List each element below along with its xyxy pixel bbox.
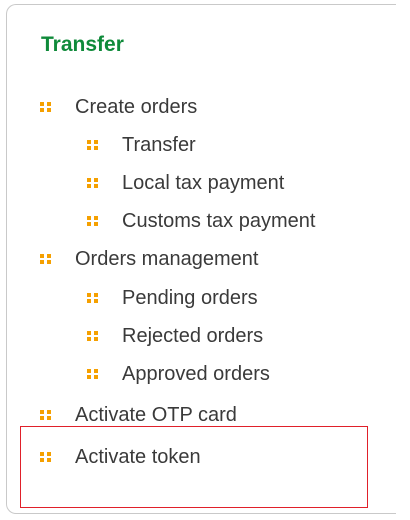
bullet-icon xyxy=(87,140,98,150)
bullet-icon xyxy=(40,102,51,112)
menu-item-label: Transfer xyxy=(122,134,196,156)
menu-item-local-tax-payment[interactable]: Local tax payment xyxy=(87,167,284,199)
bullet-icon xyxy=(87,369,98,379)
bullet-icon xyxy=(87,293,98,303)
menu-item-create-orders[interactable]: Create orders xyxy=(40,91,197,123)
menu-item-customs-tax-payment[interactable]: Customs tax payment xyxy=(87,205,315,237)
menu-item-transfer[interactable]: Transfer xyxy=(87,129,196,161)
menu-item-label: Customs tax payment xyxy=(122,210,316,232)
highlight-box xyxy=(20,426,368,508)
bullet-icon xyxy=(87,178,98,188)
bullet-icon xyxy=(87,331,98,341)
menu-item-rejected-orders[interactable]: Rejected orders xyxy=(87,320,263,352)
menu-item-label: Rejected orders xyxy=(122,325,264,347)
menu-item-label: Create orders xyxy=(75,96,198,118)
menu-item-label: Orders management xyxy=(75,248,259,270)
menu-title: Transfer xyxy=(41,33,124,56)
bullet-icon xyxy=(40,254,51,264)
bullet-icon xyxy=(40,410,51,420)
menu-item-approved-orders[interactable]: Approved orders xyxy=(87,358,270,390)
bullet-icon xyxy=(87,216,98,226)
menu-item-label: Approved orders xyxy=(122,363,270,385)
menu-item-pending-orders[interactable]: Pending orders xyxy=(87,282,258,314)
menu-item-orders-management[interactable]: Orders management xyxy=(40,243,258,275)
menu-item-label: Local tax payment xyxy=(122,172,285,194)
menu-item-label: Pending orders xyxy=(122,287,258,309)
